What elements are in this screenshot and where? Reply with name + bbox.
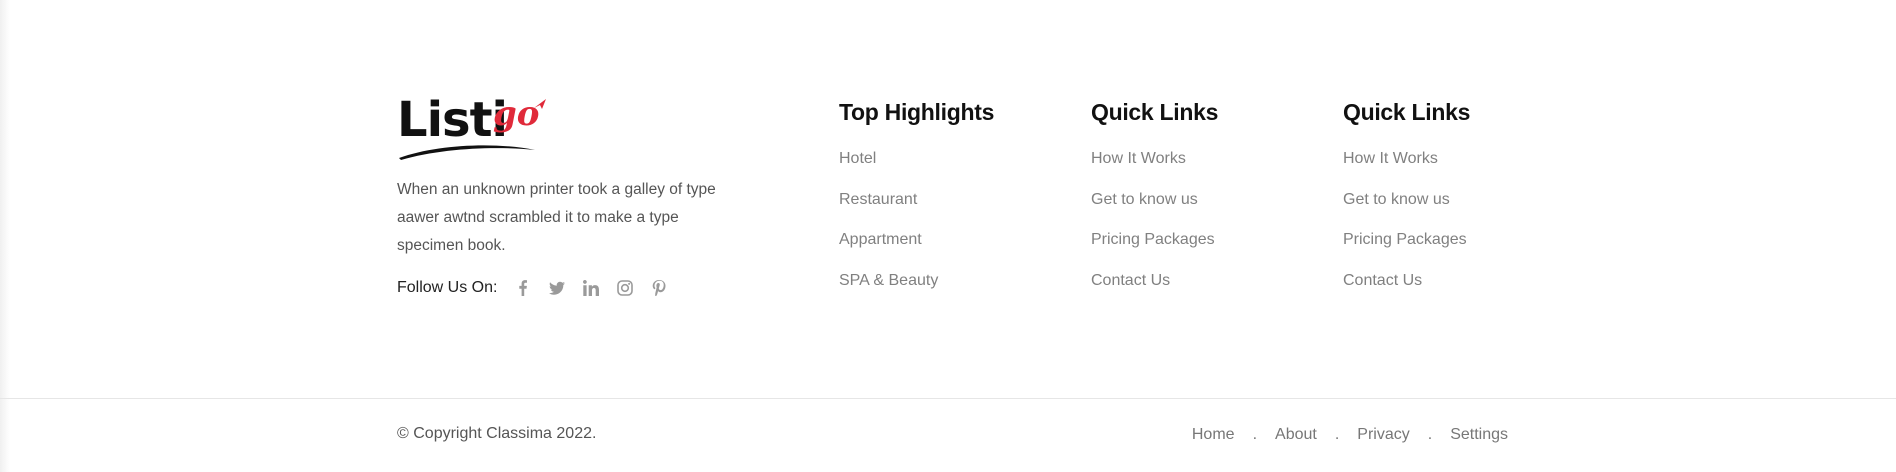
- nav-separator: .: [1427, 426, 1433, 443]
- footer-link-spa-beauty[interactable]: SPA & Beauty: [839, 272, 994, 313]
- column-title: Quick Links: [1091, 99, 1219, 125]
- footer-link-restaurant[interactable]: Restaurant: [839, 191, 994, 232]
- footer-divider: [0, 398, 1896, 399]
- twitter-icon[interactable]: [549, 280, 566, 296]
- footer-link-pricing-packages[interactable]: Pricing Packages: [1343, 231, 1470, 272]
- bottom-nav-home[interactable]: Home: [1192, 425, 1235, 445]
- footer-column-quick-links-2: Quick Links How It Works Get to know us …: [1343, 98, 1470, 312]
- footer-link-get-to-know-us[interactable]: Get to know us: [1091, 191, 1218, 232]
- link-list: Hotel Restaurant Appartment SPA & Beauty: [839, 150, 994, 312]
- footer-link-how-it-works[interactable]: How It Works: [1343, 150, 1470, 191]
- bottom-nav-settings[interactable]: Settings: [1450, 425, 1508, 445]
- pinterest-icon[interactable]: [651, 279, 667, 296]
- link-list: How It Works Get to know us Pricing Pack…: [1091, 150, 1218, 312]
- footer-column-quick-links-1: Quick Links How It Works Get to know us …: [1091, 98, 1218, 312]
- brand-description: When an unknown printer took a galley of…: [397, 181, 716, 254]
- column-title: Top Highlights: [839, 99, 995, 125]
- logo-swoosh-icon: [399, 145, 535, 160]
- follow-label: Follow Us On:: [397, 278, 498, 296]
- copyright-text: © Copyright Classima 2022.: [397, 425, 597, 442]
- footer-brand-column: Listi go When an unknown printer took a …: [397, 94, 737, 300]
- footer-column-top-highlights: Top Highlights Hotel Restaurant Appartme…: [839, 98, 994, 312]
- brand-logo[interactable]: Listi go: [397, 94, 547, 162]
- instagram-icon[interactable]: [617, 279, 634, 296]
- bottom-nav: Home . About . Privacy . Settings: [1192, 425, 1508, 445]
- footer-link-contact-us[interactable]: Contact Us: [1091, 272, 1218, 313]
- social-follow-row: Follow Us On:: [397, 276, 737, 300]
- footer-link-hotel[interactable]: Hotel: [839, 150, 994, 191]
- column-title: Quick Links: [1343, 99, 1471, 125]
- nav-separator: .: [1252, 426, 1258, 443]
- link-list: How It Works Get to know us Pricing Pack…: [1343, 150, 1470, 312]
- footer-link-how-it-works[interactable]: How It Works: [1091, 150, 1218, 191]
- facebook-icon[interactable]: [515, 279, 531, 296]
- bottom-nav-privacy[interactable]: Privacy: [1357, 425, 1409, 445]
- nav-separator: .: [1334, 426, 1340, 443]
- linkedin-icon[interactable]: [583, 279, 600, 296]
- footer-link-pricing-packages[interactable]: Pricing Packages: [1091, 231, 1218, 272]
- footer: Listi go When an unknown printer took a …: [0, 0, 1896, 398]
- footer-link-contact-us[interactable]: Contact Us: [1343, 272, 1470, 313]
- logo-plane-icon: [534, 99, 546, 109]
- bottom-nav-about[interactable]: About: [1275, 425, 1317, 445]
- footer-link-get-to-know-us[interactable]: Get to know us: [1343, 191, 1470, 232]
- footer-link-appartment[interactable]: Appartment: [839, 231, 994, 272]
